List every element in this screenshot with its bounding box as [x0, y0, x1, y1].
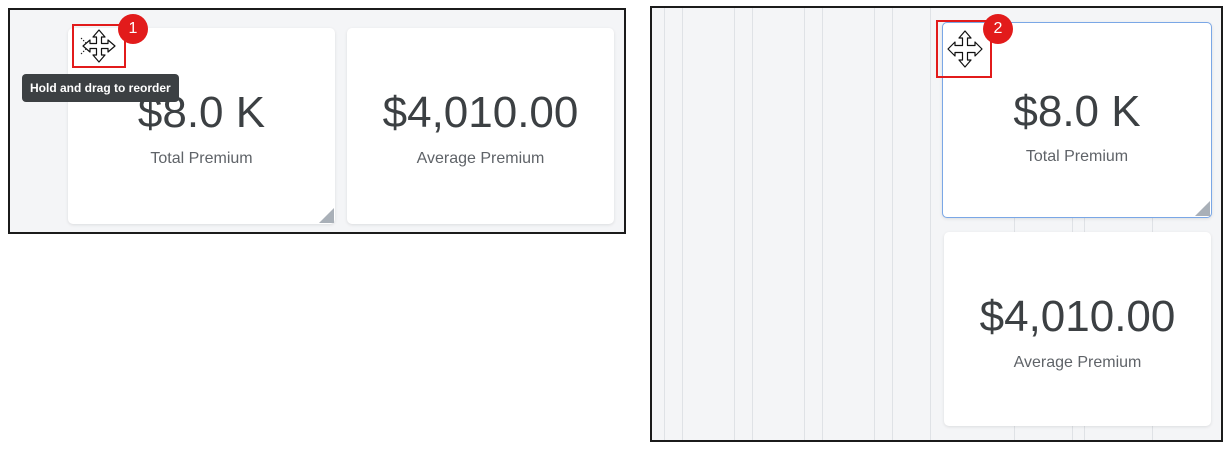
grid-line: [892, 8, 893, 440]
metric-label: Average Premium: [416, 150, 545, 167]
grid-line: [682, 8, 683, 440]
step-badge: 1: [118, 14, 148, 44]
resize-handle[interactable]: [319, 208, 334, 223]
screenshot-panel-2: $8.0 K Total Premium $4,010.00 Average P…: [650, 6, 1223, 442]
resize-handle[interactable]: [1195, 201, 1210, 216]
move-icon[interactable]: [945, 29, 985, 69]
grid-line: [822, 8, 823, 440]
metric-label: Total Premium: [150, 150, 253, 167]
tooltip: Hold and drag to reorder: [22, 74, 179, 102]
move-icon[interactable]: [79, 28, 119, 64]
step-badge: 2: [983, 14, 1013, 44]
grid-line: [664, 8, 665, 440]
grid-line: [734, 8, 735, 440]
grid-line: [752, 8, 753, 440]
metric-label: Average Premium: [1013, 354, 1142, 371]
metric-value: $8.0 K: [1013, 87, 1141, 136]
grid-line: [804, 8, 805, 440]
metric-value: $4,010.00: [979, 292, 1176, 341]
metric-label: Total Premium: [1025, 148, 1129, 165]
grid-line: [874, 8, 875, 440]
screenshot-panel-1: $8.0 K Total Premium $4,010.00 Average P…: [8, 8, 626, 234]
metric-card-average-premium[interactable]: $4,010.00 Average Premium: [347, 28, 614, 224]
metric-value: $4,010.00: [382, 88, 579, 137]
metric-card-average-premium[interactable]: $4,010.00 Average Premium: [944, 232, 1211, 426]
grid-line: [930, 8, 931, 440]
